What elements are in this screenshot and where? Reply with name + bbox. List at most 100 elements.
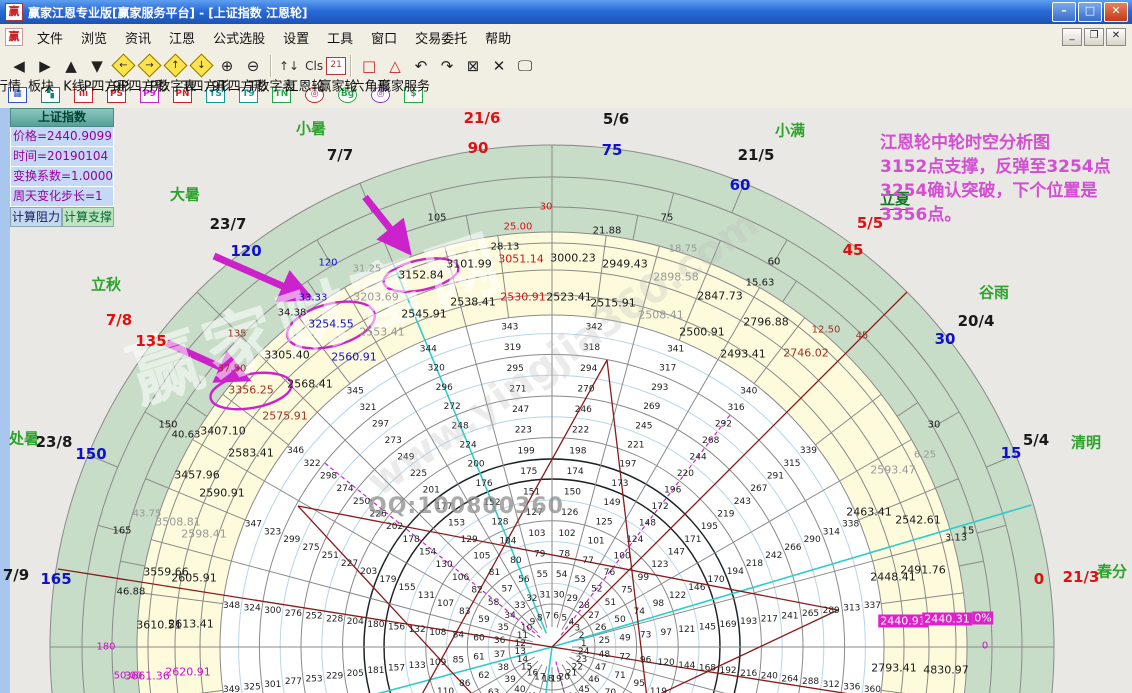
svg-text:217: 217 — [761, 614, 778, 624]
svg-text:264: 264 — [781, 674, 798, 684]
svg-text:96: 96 — [640, 655, 652, 665]
nav-up-icon[interactable]: ▲ — [58, 54, 84, 78]
calc-resistance-button[interactable]: 计算阻力 — [10, 207, 62, 227]
menu-item-9[interactable]: 帮助 — [476, 25, 520, 50]
svg-text:346: 346 — [287, 446, 304, 456]
svg-text:268: 268 — [702, 436, 719, 446]
svg-text:154: 154 — [419, 548, 436, 558]
svg-text:178: 178 — [403, 535, 420, 545]
svg-text:31: 31 — [539, 591, 550, 601]
svg-text:224: 224 — [460, 440, 477, 450]
zoom-out-icon[interactable]: ⊖ — [240, 54, 266, 78]
tool-sectors[interactable]: ▚板块 — [41, 87, 64, 103]
svg-text:147: 147 — [668, 548, 685, 558]
svg-text:226: 226 — [370, 510, 387, 520]
shift-right-icon[interactable]: → — [136, 54, 162, 78]
minimize-button[interactable]: – — [1052, 2, 1076, 22]
svg-text:145: 145 — [699, 623, 716, 633]
mdi-button-0[interactable]: _ — [1062, 28, 1082, 46]
zoom-in-icon[interactable]: ⊕ — [214, 54, 240, 78]
menu-item-4[interactable]: 公式选股 — [204, 25, 274, 50]
svg-text:153: 153 — [448, 519, 465, 529]
svg-text:271: 271 — [509, 384, 526, 394]
svg-text:33: 33 — [514, 601, 525, 611]
svg-text:148: 148 — [639, 519, 656, 529]
svg-text:223: 223 — [515, 426, 532, 436]
updown-icon[interactable]: ↑↓ — [276, 54, 302, 78]
svg-text:274: 274 — [336, 484, 353, 494]
shift-up-icon[interactable]: ↑ — [162, 54, 188, 78]
close-button[interactable]: ✕ — [1104, 2, 1128, 22]
svg-text:80: 80 — [510, 556, 522, 566]
menu-item-1[interactable]: 浏览 — [72, 25, 116, 50]
maximize-button[interactable]: □ — [1078, 2, 1102, 22]
kline-label: K线 — [63, 76, 85, 95]
svg-text:243: 243 — [734, 497, 751, 507]
svg-text:345: 345 — [347, 387, 364, 397]
svg-text:248: 248 — [452, 421, 469, 431]
svg-text:109: 109 — [429, 658, 446, 668]
cls-button[interactable]: Cls — [302, 54, 326, 78]
rotate-ccw-icon[interactable]: ↶ — [408, 54, 434, 78]
sectors-label: 板块 — [28, 76, 54, 95]
svg-text:106: 106 — [452, 573, 469, 583]
calc-support-button[interactable]: 计算支撑 — [62, 207, 114, 227]
svg-text:71: 71 — [614, 671, 625, 681]
svg-text:203: 203 — [360, 567, 377, 577]
svg-text:349: 349 — [223, 685, 240, 693]
screen-icon[interactable]: 🖵 — [512, 54, 538, 78]
svg-text:63: 63 — [488, 688, 499, 693]
svg-text:325: 325 — [244, 682, 261, 692]
svg-text:174: 174 — [567, 467, 584, 477]
svg-text:199: 199 — [518, 446, 535, 456]
svg-text:341: 341 — [667, 344, 684, 354]
svg-text:316: 316 — [727, 403, 744, 413]
calendar-icon[interactable]: 21 — [326, 57, 346, 75]
svg-text:312: 312 — [823, 680, 840, 690]
svg-text:270: 270 — [577, 384, 594, 394]
tool-winner-service[interactable]: $赢家服务 — [404, 87, 427, 103]
menu-item-5[interactable]: 设置 — [274, 25, 318, 50]
menu-item-0[interactable]: 文件 — [28, 25, 72, 50]
menu-item-8[interactable]: 交易委托 — [406, 25, 476, 50]
svg-text:102: 102 — [558, 529, 575, 539]
svg-text:294: 294 — [580, 364, 597, 374]
svg-text:72: 72 — [619, 653, 630, 663]
nav-down-icon[interactable]: ▼ — [84, 54, 110, 78]
svg-text:339: 339 — [800, 446, 817, 456]
shift-left-icon[interactable]: ← — [110, 54, 136, 78]
svg-text:171: 171 — [684, 535, 701, 545]
svg-text:48: 48 — [599, 650, 611, 660]
svg-text:52: 52 — [591, 585, 602, 595]
rotate-cw-icon[interactable]: ↷ — [434, 54, 460, 78]
svg-text:59: 59 — [478, 615, 490, 625]
menu-item-2[interactable]: 资讯 — [116, 25, 160, 50]
svg-text:344: 344 — [420, 344, 437, 354]
svg-text:126: 126 — [561, 508, 578, 518]
square-tool-icon[interactable]: □ — [356, 54, 382, 78]
svg-text:54: 54 — [556, 570, 568, 580]
symbol-info-panel: 上证指数 价格=2440.9099时间=20190104变换系数=1.00000… — [10, 108, 114, 227]
svg-text:37: 37 — [494, 650, 505, 660]
svg-text:86: 86 — [459, 679, 471, 689]
mdi-button-1[interactable]: ❐ — [1084, 28, 1104, 46]
menu-item-7[interactable]: 窗口 — [362, 25, 406, 50]
svg-text:247: 247 — [512, 405, 529, 415]
triangle-tool-icon[interactable]: △ — [382, 54, 408, 78]
svg-text:181: 181 — [367, 666, 384, 676]
nav-right-icon[interactable]: ▶ — [32, 54, 58, 78]
menu-item-3[interactable]: 江恩 — [160, 25, 204, 50]
collapse-icon[interactable]: ✕ — [486, 54, 512, 78]
box-x-icon[interactable]: ⊠ — [460, 54, 486, 78]
mdi-button-2[interactable]: ✕ — [1106, 28, 1126, 46]
svg-text:221: 221 — [627, 440, 644, 450]
shift-down-icon[interactable]: ↓ — [188, 54, 214, 78]
svg-text:35: 35 — [497, 623, 508, 633]
menu-item-6[interactable]: 工具 — [318, 25, 362, 50]
svg-text:149: 149 — [603, 498, 620, 508]
svg-text:58: 58 — [488, 598, 500, 608]
svg-text:85: 85 — [453, 655, 464, 665]
svg-text:97: 97 — [660, 628, 671, 638]
nav-left-icon[interactable]: ◀ — [6, 54, 32, 78]
svg-text:266: 266 — [784, 543, 801, 553]
